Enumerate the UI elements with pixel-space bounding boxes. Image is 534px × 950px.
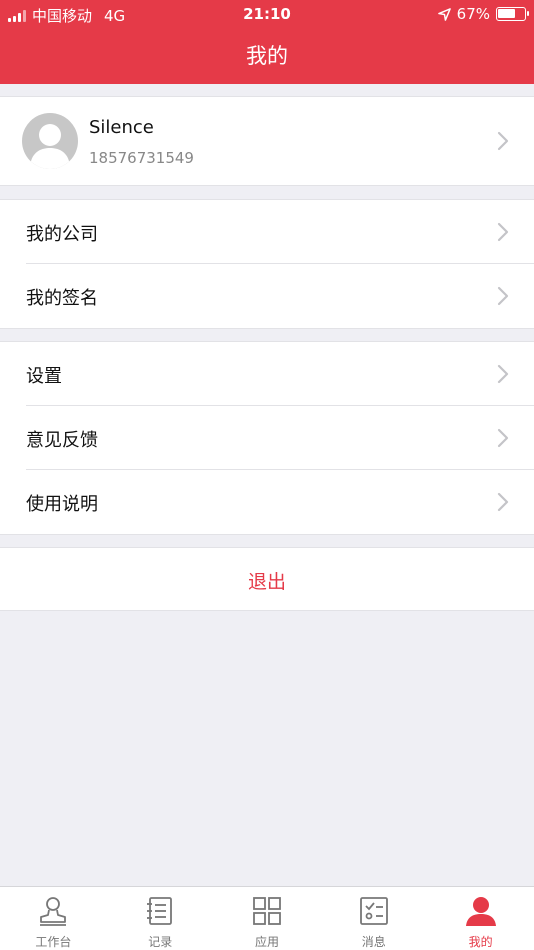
- menu-item-settings[interactable]: 设置: [0, 342, 534, 406]
- user-name: Silence: [89, 117, 154, 138]
- menu-item-label: 设置: [26, 366, 62, 387]
- page-title: 我的: [246, 44, 288, 68]
- message-icon: [359, 897, 388, 925]
- menu-item-signature[interactable]: 我的签名: [0, 264, 534, 328]
- menu-item-label: 使用说明: [26, 494, 98, 515]
- avatar-person-icon: [30, 124, 70, 169]
- menu-item-label: 我的公司: [26, 224, 98, 245]
- logout-button[interactable]: 退出: [0, 547, 534, 611]
- battery-icon: [496, 7, 529, 21]
- chevron-right-icon: [497, 364, 509, 384]
- chevron-right-icon: [497, 222, 509, 242]
- tab-label: 消息: [361, 935, 386, 949]
- tab-record[interactable]: 记录: [107, 887, 214, 950]
- tab-label: 记录: [148, 935, 173, 949]
- avatar: [22, 113, 78, 169]
- user-phone: 18576731549: [89, 149, 194, 167]
- chevron-right-icon: [497, 492, 509, 512]
- tab-label: 应用: [254, 935, 279, 949]
- record-icon: [147, 897, 173, 925]
- chevron-right-icon: [497, 286, 509, 306]
- profile-icon: [465, 897, 496, 926]
- company-group: 我的公司 我的签名: [0, 199, 534, 329]
- profile-card[interactable]: Silence 18576731549: [0, 96, 534, 186]
- menu-item-company[interactable]: 我的公司: [0, 200, 534, 264]
- apps-icon: [253, 897, 281, 925]
- menu-item-label: 意见反馈: [26, 430, 98, 451]
- tab-profile[interactable]: 我的: [427, 887, 534, 950]
- chevron-right-icon: [497, 131, 509, 151]
- tab-messages[interactable]: 消息: [320, 887, 427, 950]
- tab-label: 我的: [468, 935, 493, 949]
- location-arrow-icon: [437, 7, 451, 21]
- menu-item-label: 我的签名: [26, 288, 98, 309]
- app-header: 中国移动 4G 21:10 67% 我的: [0, 0, 534, 84]
- menu-item-instructions[interactable]: 使用说明: [0, 470, 534, 534]
- tab-apps[interactable]: 应用: [214, 887, 321, 950]
- chevron-right-icon: [497, 428, 509, 448]
- workbench-icon: [40, 897, 67, 926]
- tab-label: 工作台: [35, 935, 72, 949]
- settings-group: 设置 意见反馈 使用说明: [0, 341, 534, 535]
- tab-bar: 工作台 记录 应用 消息 我的: [0, 886, 534, 950]
- menu-item-feedback[interactable]: 意见反馈: [0, 406, 534, 470]
- battery-percent: 67%: [456, 5, 490, 23]
- tab-workbench[interactable]: 工作台: [0, 887, 107, 950]
- logout-label: 退出: [247, 571, 286, 593]
- status-bar: 中国移动 4G 21:10 67%: [0, 0, 534, 28]
